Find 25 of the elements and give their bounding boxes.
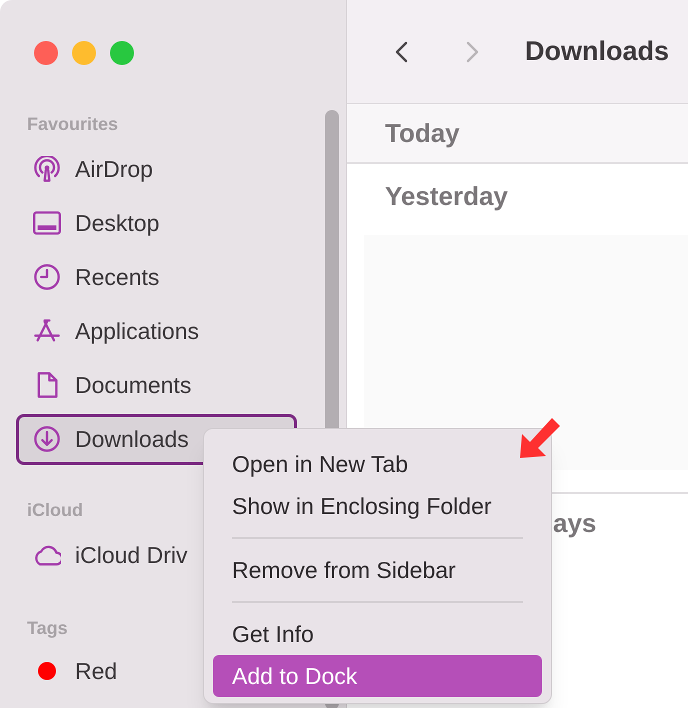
clock-icon <box>33 264 61 290</box>
close-button[interactable] <box>34 41 58 65</box>
section-heading: Tags <box>27 616 68 640</box>
applications-icon <box>33 318 61 344</box>
sidebar-item[interactable]: Documents <box>16 361 297 409</box>
section-heading: Favourites <box>27 112 118 136</box>
sidebar-item[interactable]: AirDrop <box>16 145 297 193</box>
section-heading: iCloud <box>27 498 83 522</box>
menu-item[interactable]: Add to Dock <box>213 655 542 697</box>
sidebar-item[interactable]: Desktop <box>16 199 297 247</box>
menu-item[interactable]: Show in Enclosing Folder <box>213 485 542 527</box>
minimize-button[interactable] <box>72 41 96 65</box>
download-icon <box>33 426 61 452</box>
group-heading: ays <box>553 506 596 540</box>
menu-item[interactable]: Get Info <box>213 613 542 655</box>
group-heading: Today <box>385 116 460 150</box>
menu-item[interactable]: Remove from Sidebar <box>213 549 542 591</box>
sidebar-item[interactable]: Recents <box>16 253 297 301</box>
window-title: Downloads <box>525 35 670 68</box>
arrow-icon <box>518 416 562 460</box>
airdrop-icon <box>33 156 61 182</box>
sidebar-item[interactable]: Applications <box>16 307 297 355</box>
desktop-icon <box>33 210 61 236</box>
group-heading: Yesterday <box>385 180 508 212</box>
zoom-button[interactable] <box>110 41 134 65</box>
